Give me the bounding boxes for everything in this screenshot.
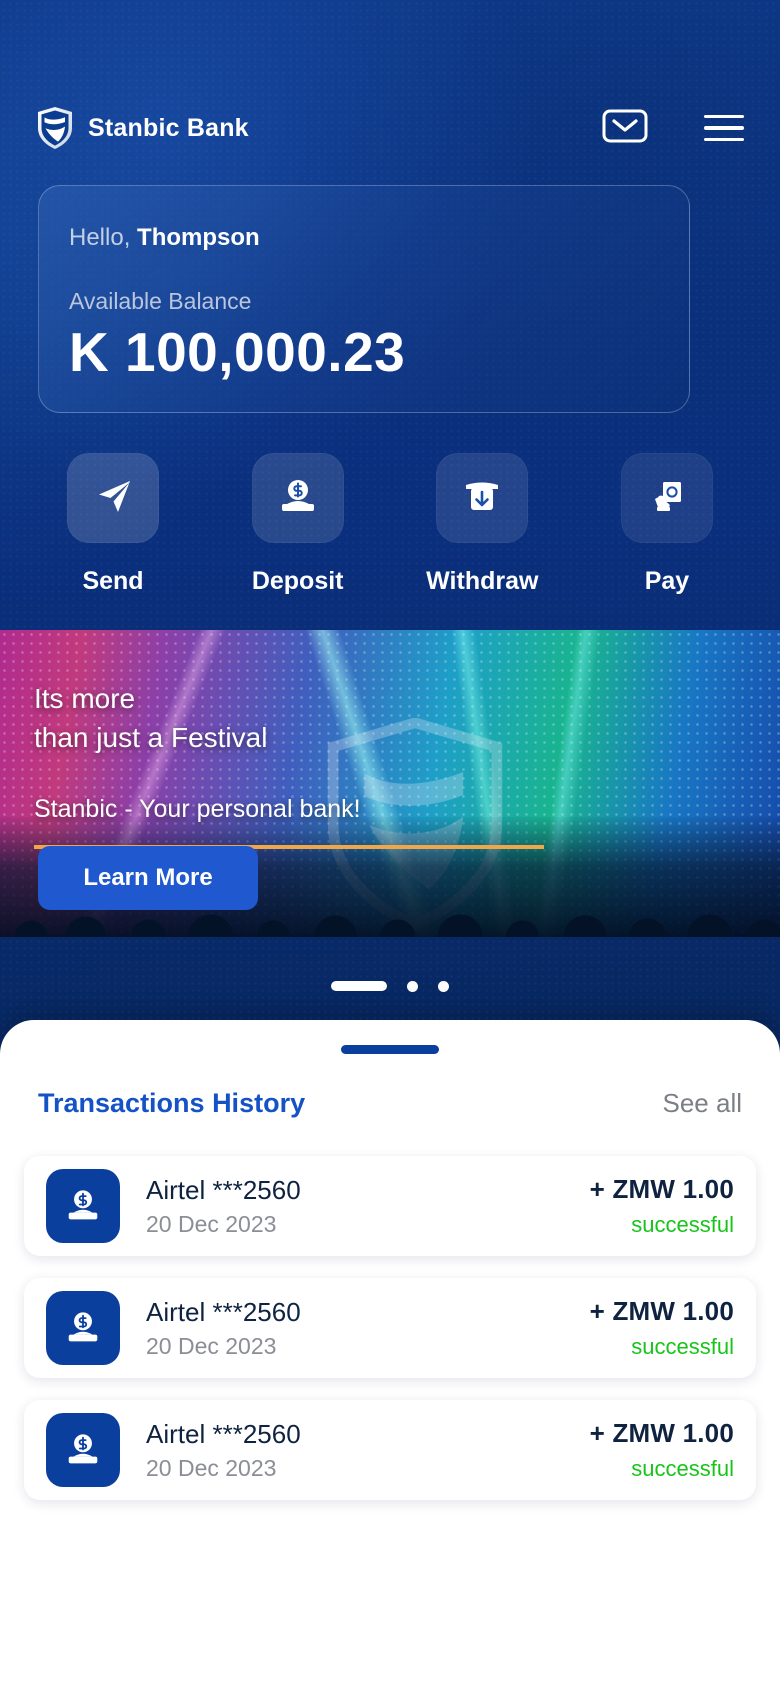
quick-action-send[interactable]: Send bbox=[38, 453, 188, 596]
promo-subline-wrap: Stanbic - Your personal bank! bbox=[34, 795, 361, 824]
transactions-header: Transactions History See all bbox=[38, 1088, 742, 1119]
stanbic-shield-logo bbox=[36, 106, 74, 150]
balance-label: Available Balance bbox=[69, 288, 252, 314]
transaction-amount: + ZMW 1.00 bbox=[589, 1174, 734, 1204]
transaction-info: Airtel ***2560 20 Dec 2023 bbox=[120, 1296, 590, 1361]
withdraw-tile[interactable] bbox=[436, 453, 529, 543]
promo-headline-line1: Its more bbox=[34, 683, 136, 714]
transaction-date: 20 Dec 2023 bbox=[146, 1211, 277, 1238]
transaction-amount-block: + ZMW 1.00 successful bbox=[590, 1418, 734, 1482]
envelope-icon[interactable] bbox=[602, 109, 648, 148]
sheet-drag-handle[interactable] bbox=[341, 1045, 439, 1054]
deposit-coin-icon bbox=[277, 475, 319, 522]
status-badge: successful bbox=[631, 1456, 734, 1481]
greeting: Hello, Thompson bbox=[69, 224, 659, 252]
promo-headline: Its more than just a Festival bbox=[34, 680, 554, 849]
brand-name: Stanbic Bank bbox=[88, 113, 249, 142]
brand-block: Stanbic Bank bbox=[36, 106, 249, 150]
promo-subline: Stanbic - Your personal bank! bbox=[34, 795, 361, 823]
table-row[interactable]: Airtel ***2560 20 Dec 2023 + ZMW 1.00 su… bbox=[24, 1278, 756, 1378]
deposit-coin-icon bbox=[46, 1413, 120, 1487]
deposit-tile[interactable] bbox=[251, 453, 344, 543]
transactions-sheet: Transactions History See all Airtel ***2… bbox=[0, 1020, 780, 1688]
quick-action-pay[interactable]: Pay bbox=[592, 453, 742, 596]
carousel-dot-3[interactable] bbox=[438, 980, 449, 992]
table-row[interactable]: Airtel ***2560 20 Dec 2023 + ZMW 1.00 su… bbox=[24, 1156, 756, 1256]
deposit-coin-icon bbox=[46, 1169, 120, 1243]
transaction-amount-block: + ZMW 1.00 successful bbox=[590, 1174, 734, 1238]
atm-withdraw-icon bbox=[461, 475, 503, 522]
balance-card: Hello, Thompson Available Balance K 100,… bbox=[38, 185, 690, 413]
header-actions bbox=[602, 109, 744, 148]
quick-action-label: Send bbox=[82, 567, 144, 595]
hamburger-menu-icon[interactable] bbox=[704, 115, 744, 141]
table-row[interactable]: Airtel ***2560 20 Dec 2023 + ZMW 1.00 su… bbox=[24, 1400, 756, 1500]
carousel-indicator[interactable] bbox=[0, 977, 780, 995]
user-name: Thompson bbox=[137, 224, 260, 251]
quick-actions: Send Deposit Withdraw Pay bbox=[38, 453, 742, 596]
transaction-name: Airtel ***2560 bbox=[146, 1418, 301, 1449]
app-header: Stanbic Bank bbox=[0, 96, 780, 160]
transaction-date: 20 Dec 2023 bbox=[146, 1455, 277, 1482]
transaction-info: Airtel ***2560 20 Dec 2023 bbox=[120, 1418, 590, 1483]
balance-amount: K 100,000.23 bbox=[69, 321, 406, 383]
hand-cash-pay-icon bbox=[646, 475, 688, 522]
quick-action-deposit[interactable]: Deposit bbox=[223, 453, 373, 596]
transaction-amount: + ZMW 1.00 bbox=[589, 1296, 734, 1326]
quick-action-withdraw[interactable]: Withdraw bbox=[407, 453, 557, 596]
status-badge: successful bbox=[631, 1334, 734, 1359]
carousel-dot-2[interactable] bbox=[407, 980, 418, 992]
send-tile[interactable] bbox=[67, 453, 159, 543]
greeting-prefix: Hello, bbox=[69, 224, 138, 251]
transaction-name: Airtel ***2560 bbox=[146, 1174, 301, 1205]
app-screen: Stanbic Bank Hello, Thompson Available B… bbox=[0, 0, 780, 1688]
quick-action-label: Deposit bbox=[251, 567, 344, 595]
quick-action-label: Pay bbox=[644, 567, 690, 595]
pay-tile[interactable] bbox=[620, 453, 713, 543]
see-all-link[interactable]: See all bbox=[663, 1088, 743, 1119]
transaction-name: Airtel ***2560 bbox=[146, 1296, 301, 1327]
transaction-info: Airtel ***2560 20 Dec 2023 bbox=[120, 1174, 590, 1239]
learn-more-button[interactable]: Learn More bbox=[38, 846, 258, 910]
quick-action-label: Withdraw bbox=[426, 567, 539, 595]
transaction-amount-block: + ZMW 1.00 successful bbox=[590, 1296, 734, 1360]
carousel-dot-active[interactable] bbox=[331, 981, 387, 991]
transactions-list: Airtel ***2560 20 Dec 2023 + ZMW 1.00 su… bbox=[24, 1156, 756, 1522]
send-plane-icon bbox=[91, 474, 135, 523]
transaction-date: 20 Dec 2023 bbox=[146, 1333, 277, 1360]
transaction-amount: + ZMW 1.00 bbox=[589, 1418, 734, 1448]
deposit-coin-icon bbox=[46, 1291, 120, 1365]
promo-headline-line2: than just a Festival bbox=[34, 721, 268, 753]
transactions-title: Transactions History bbox=[38, 1088, 306, 1118]
status-badge: successful bbox=[631, 1212, 734, 1237]
